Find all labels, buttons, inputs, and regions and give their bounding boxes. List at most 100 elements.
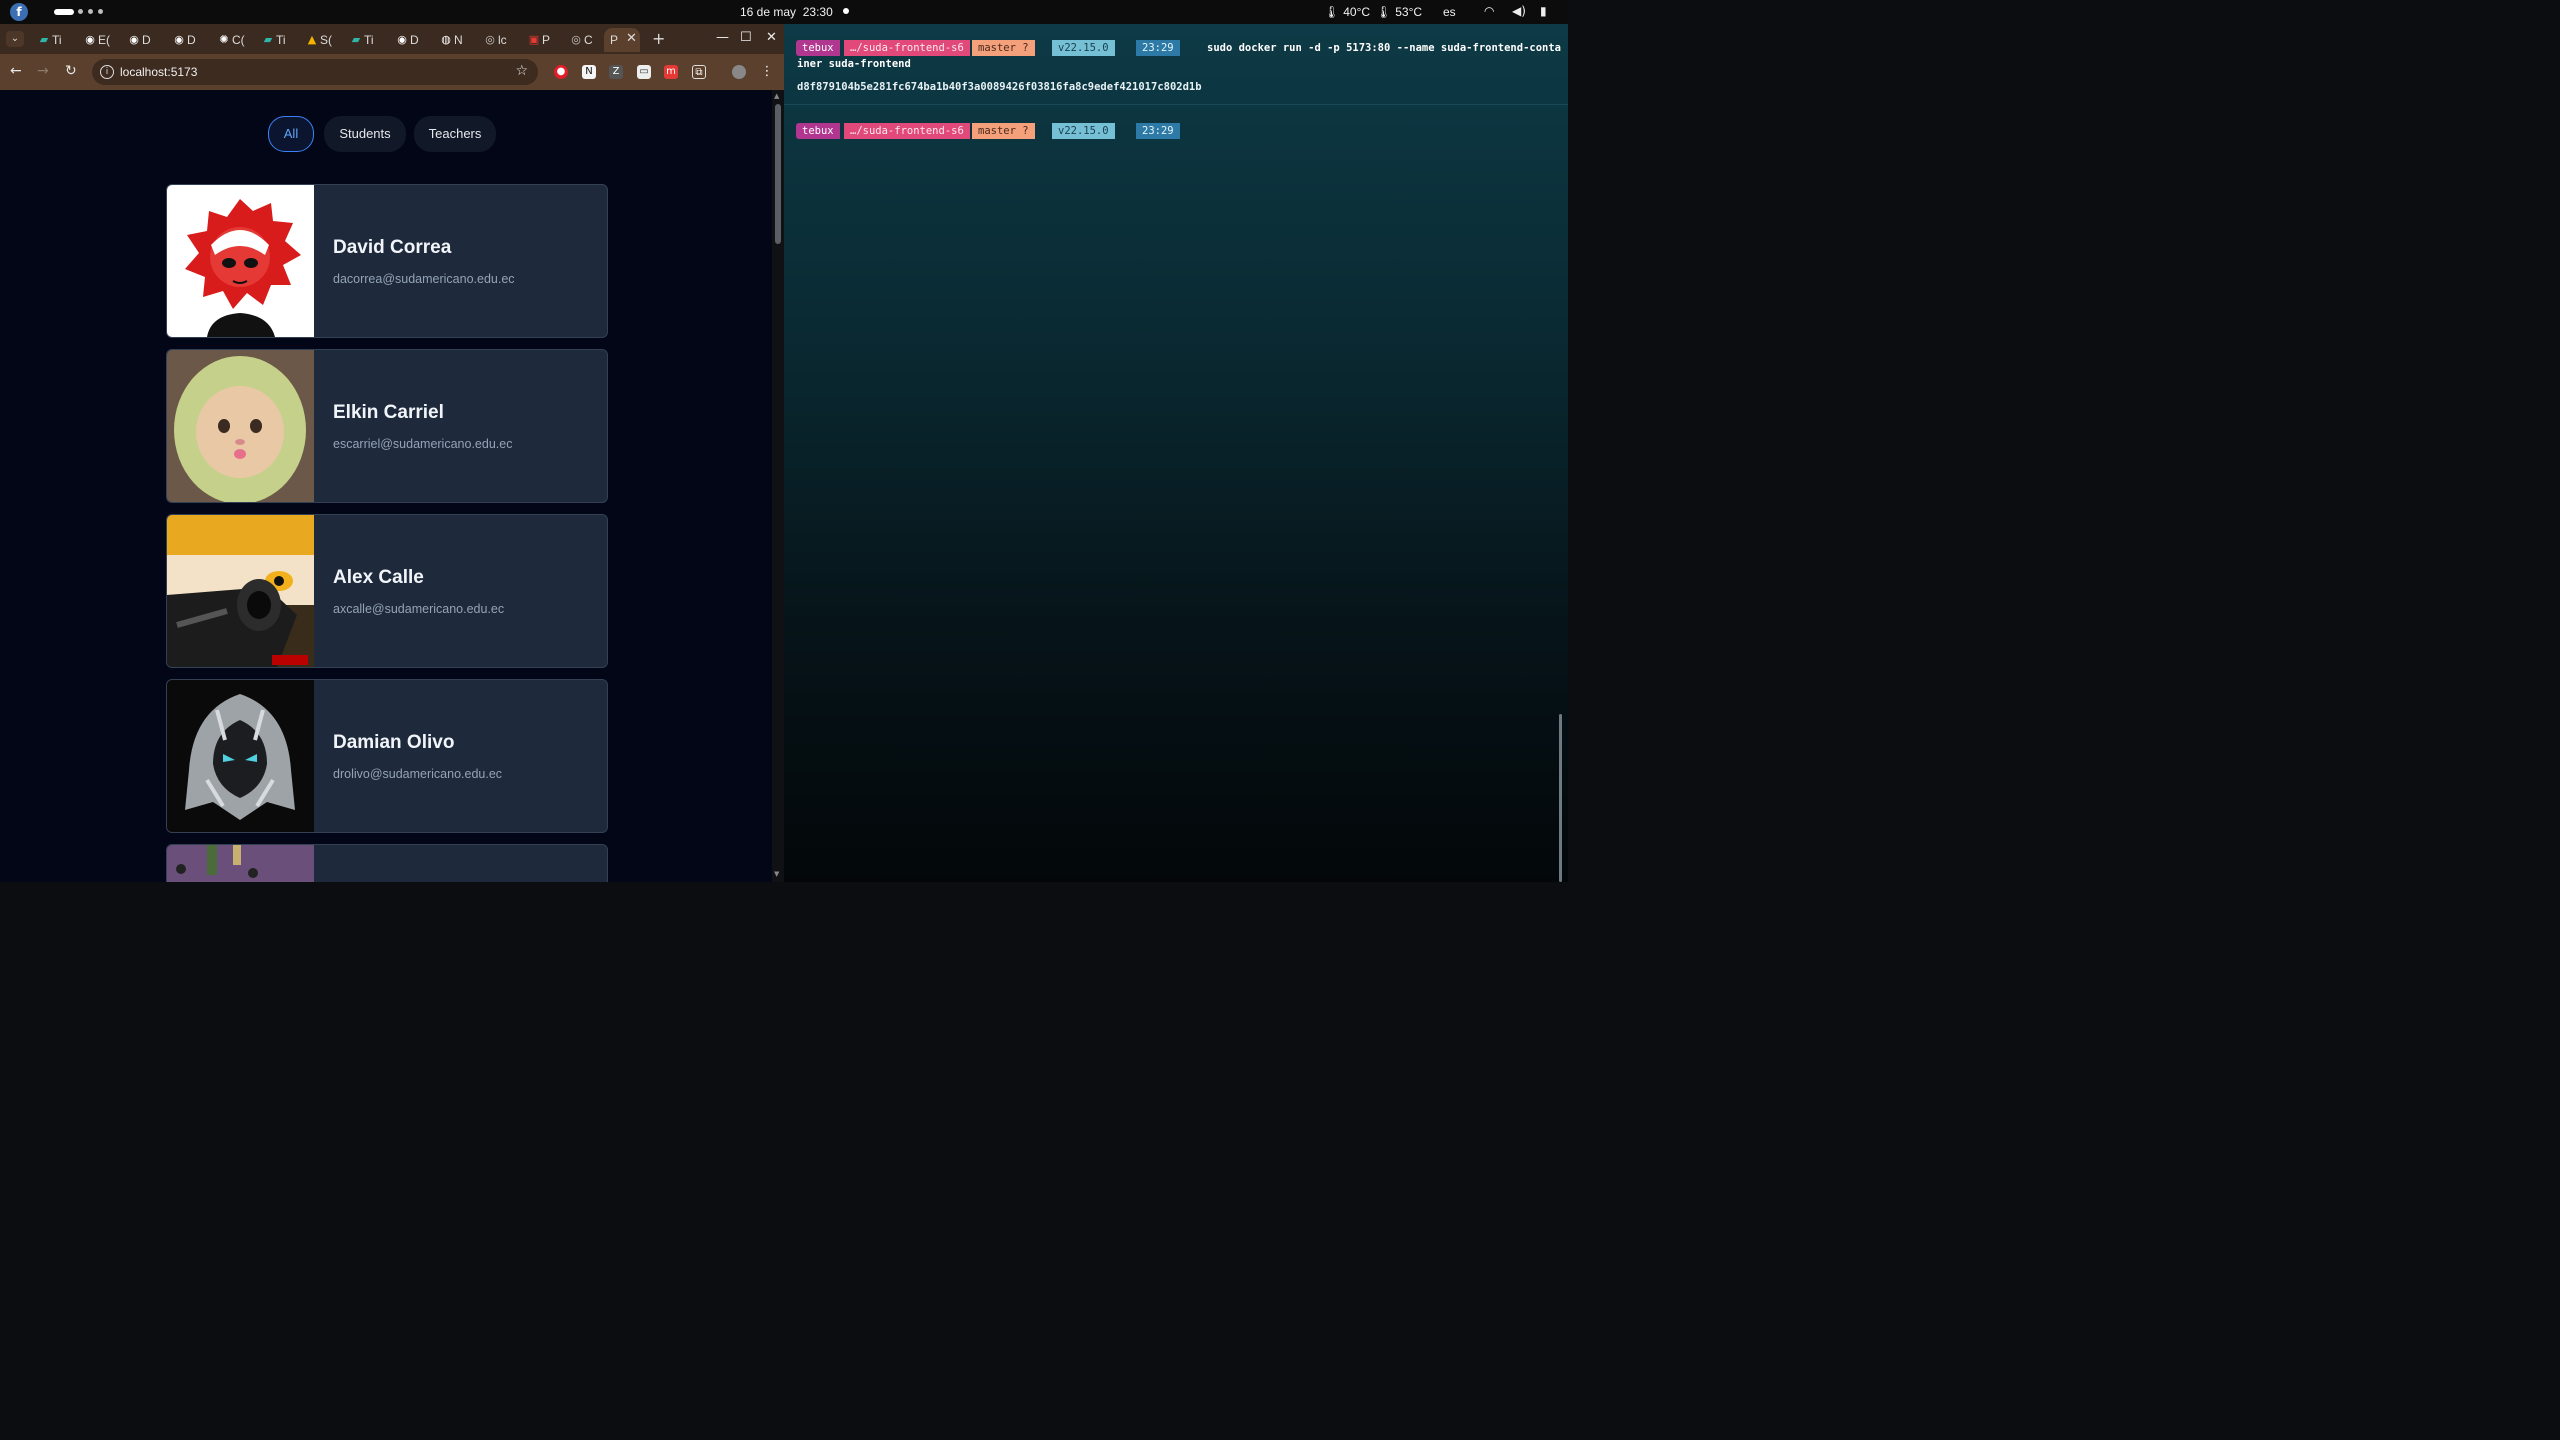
- address-bar[interactable]: i localhost:5173 ☆: [92, 59, 538, 85]
- globe-icon: ◎: [571, 33, 581, 46]
- person-card[interactable]: Alex Calle axcalle@sudamericano.edu.ec: [166, 514, 608, 668]
- github-icon: ◉: [85, 33, 95, 46]
- clock[interactable]: 16 de may 23:30: [740, 5, 833, 19]
- browser-tab[interactable]: ◉ D: [390, 28, 424, 52]
- forward-arrow-icon[interactable]: →: [37, 63, 49, 79]
- purple-partial-avatar: [167, 845, 314, 882]
- fedora-logo-icon[interactable]: f: [10, 3, 28, 21]
- tab-search-chevron-icon[interactable]: ⌄: [6, 31, 24, 47]
- person-card[interactable]: Damian Olivo drolivo@sudamericano.edu.ec: [166, 679, 608, 833]
- tab-title: D: [410, 33, 419, 47]
- browser-window: ⌄ ▰Ti◉E(◉D◉D✺C(▰Ti▲S(▰Ti◉D◍N◎lc▣P◎C◎P✕ +…: [0, 24, 784, 882]
- github-icon: ◉: [397, 33, 407, 46]
- browser-tab[interactable]: ◍ N: [434, 28, 468, 52]
- browser-tab[interactable]: ✺ C(: [212, 28, 246, 52]
- scroll-up-arrow-icon[interactable]: ▲: [774, 92, 779, 100]
- openai-icon: ✺: [219, 33, 229, 46]
- clock-date: 16 de may: [740, 5, 797, 19]
- terminal-window[interactable]: tebux …/suda-frontend-s6 master ? v22.15…: [784, 24, 1568, 882]
- cpu-temperature: 🌡︎ 40°C: [1324, 5, 1371, 19]
- person-card[interactable]: David Correa dacorrea@sudamericano.edu.e…: [166, 184, 608, 338]
- globe-icon: ◎: [485, 33, 495, 46]
- prompt-time: 23:29: [1136, 123, 1180, 139]
- person-email: dacorrea@sudamericano.edu.ec: [333, 272, 515, 286]
- address-url[interactable]: localhost:5173: [120, 65, 197, 79]
- browser-tab[interactable]: ◉ E(: [78, 28, 112, 52]
- extensions-puzzle-icon[interactable]: ⧉: [692, 65, 706, 79]
- browser-tab[interactable]: ◉ D: [167, 28, 201, 52]
- thermometer-icon: 🌡︎: [1376, 5, 1392, 19]
- terminal-divider: [784, 104, 1568, 105]
- browser-tab[interactable]: ◉ D: [122, 28, 156, 52]
- browser-tab[interactable]: ▰ Ti: [344, 28, 378, 52]
- page-scrollbar[interactable]: ▲ ▼: [772, 90, 784, 882]
- close-icon[interactable]: ✕: [766, 30, 777, 45]
- prompt-git-branch: master ?: [972, 123, 1035, 139]
- browser-tab[interactable]: ▰ Ti: [256, 28, 290, 52]
- filter-teachers-button[interactable]: Teachers: [414, 116, 496, 152]
- browser-tab[interactable]: ▰ Ti: [32, 28, 66, 52]
- terminal-app-icon: ▰: [263, 33, 273, 46]
- workspace-indicator[interactable]: [78, 9, 83, 14]
- github-icon: ◉: [174, 33, 184, 46]
- page-viewport: All Students Teachers David Correa dacor…: [0, 90, 772, 882]
- minimize-icon[interactable]: —: [716, 30, 729, 45]
- screenshot-extension-icon[interactable]: ▭: [637, 65, 651, 79]
- extension-m-icon[interactable]: m: [664, 65, 678, 79]
- browser-tab[interactable]: ▲ S(: [300, 28, 334, 52]
- github-icon: ◉: [129, 33, 139, 46]
- browser-tab[interactable]: ▣ P: [522, 28, 556, 52]
- scroll-down-arrow-icon[interactable]: ▼: [774, 870, 779, 878]
- close-tab-icon[interactable]: ✕: [626, 31, 637, 46]
- terminal-scrollbar[interactable]: [1559, 714, 1562, 882]
- volume-icon[interactable]: ◀): [1512, 4, 1526, 18]
- tab-title: lc: [498, 33, 507, 47]
- red-anime-avatar: [167, 185, 314, 337]
- thermometer-icon: 🌡︎: [1324, 5, 1340, 19]
- tab-title: E(: [98, 33, 110, 47]
- filter-students-button[interactable]: Students: [324, 116, 406, 152]
- wifi-icon[interactable]: ◠: [1484, 4, 1494, 18]
- browser-tab[interactable]: ◎P✕: [604, 28, 640, 52]
- tab-title: D: [187, 33, 196, 47]
- site-info-icon[interactable]: i: [100, 65, 114, 79]
- person-email: axcalle@sudamericano.edu.ec: [333, 602, 505, 616]
- notion-icon[interactable]: N: [582, 65, 596, 79]
- workspace-indicator-active[interactable]: [54, 9, 74, 15]
- filter-all-button[interactable]: All: [268, 116, 314, 152]
- tab-title: Ti: [52, 33, 62, 47]
- tab-title: P: [610, 33, 619, 47]
- notification-dot-icon: [843, 8, 849, 14]
- extension-red-icon[interactable]: ●: [554, 65, 568, 79]
- pdf-icon: ▣: [528, 33, 540, 46]
- reload-icon[interactable]: ↻: [65, 63, 77, 79]
- zotero-icon[interactable]: Z: [609, 65, 623, 79]
- battery-icon[interactable]: ▮: [1540, 4, 1547, 18]
- browser-tab[interactable]: ◎ C: [564, 28, 598, 52]
- command-line: sudo docker run -d -p 5173:80 --name sud…: [1207, 42, 1562, 54]
- back-arrow-icon[interactable]: ←: [10, 63, 22, 79]
- person-card[interactable]: Elkin Carriel escarriel@sudamericano.edu…: [166, 349, 608, 503]
- workspace-indicator[interactable]: [98, 9, 103, 14]
- cat-avocado-avatar: [167, 350, 314, 502]
- scrollbar-thumb[interactable]: [775, 104, 781, 244]
- tab-title: Ti: [276, 33, 286, 47]
- prompt-time: 23:29: [1136, 40, 1180, 56]
- person-card[interactable]: [166, 844, 608, 882]
- prompt-user: tebux: [796, 40, 840, 56]
- prompt-path: …/suda-frontend-s6: [844, 123, 970, 139]
- new-tab-button[interactable]: +: [652, 29, 665, 48]
- menu-kebab-icon[interactable]: ⋮: [760, 65, 774, 79]
- workspace-indicator[interactable]: [88, 9, 93, 14]
- clock-time: 23:30: [802, 5, 833, 19]
- bookmark-star-icon[interactable]: ☆: [515, 63, 528, 79]
- gpu-temperature: 🌡︎ 53°C: [1376, 5, 1423, 19]
- system-top-bar: f 16 de may 23:30 🌡︎ 40°C 🌡︎ 53°C es ◠ ◀) …: [0, 0, 1568, 24]
- keyboard-language[interactable]: es: [1443, 5, 1456, 19]
- maximize-icon[interactable]: ☐: [740, 30, 752, 45]
- browser-tab[interactable]: ◎ lc: [478, 28, 512, 52]
- google-drive-icon: ▲: [307, 33, 317, 46]
- prompt-user: tebux: [796, 123, 840, 139]
- tab-title: N: [454, 33, 463, 47]
- profile-avatar[interactable]: [732, 65, 746, 79]
